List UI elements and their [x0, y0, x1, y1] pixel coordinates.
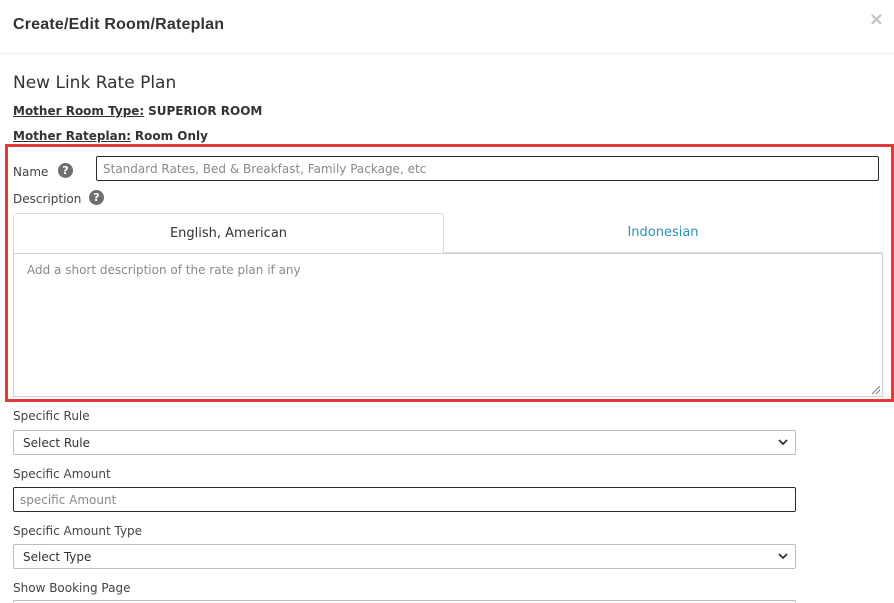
chevron-down-icon [778, 439, 788, 446]
mother-rateplan-line: Mother Rateplan: Room Only [13, 129, 208, 143]
specific-rule-value: Select Rule [23, 436, 90, 450]
mother-room-type-value: SUPERIOR ROOM [148, 104, 263, 118]
specific-amount-label: Specific Amount [13, 467, 111, 481]
specific-rule-select[interactable]: Select Rule [13, 430, 796, 455]
specific-amount-input[interactable] [13, 487, 796, 512]
mother-room-type-line: Mother Room Type: SUPERIOR ROOM [13, 104, 262, 118]
close-icon[interactable]: × [869, 10, 884, 30]
section-title: New Link Rate Plan [13, 73, 177, 93]
mother-room-type-label: Mother Room Type: [13, 104, 145, 118]
mother-rateplan-value: Room Only [134, 129, 208, 143]
modal-header: Create/Edit Room/Rateplan × [0, 0, 894, 54]
mother-rateplan-label: Mother Rateplan: [13, 129, 132, 143]
highlight-box [5, 144, 894, 402]
specific-amount-type-select[interactable]: Select Type [13, 544, 796, 569]
specific-rule-label: Specific Rule [13, 409, 90, 423]
modal-title: Create/Edit Room/Rateplan [13, 16, 225, 33]
chevron-down-icon [778, 553, 788, 560]
specific-amount-type-label: Specific Amount Type [13, 524, 143, 538]
show-booking-page-label: Show Booking Page [13, 581, 131, 595]
specific-amount-type-value: Select Type [23, 550, 92, 564]
